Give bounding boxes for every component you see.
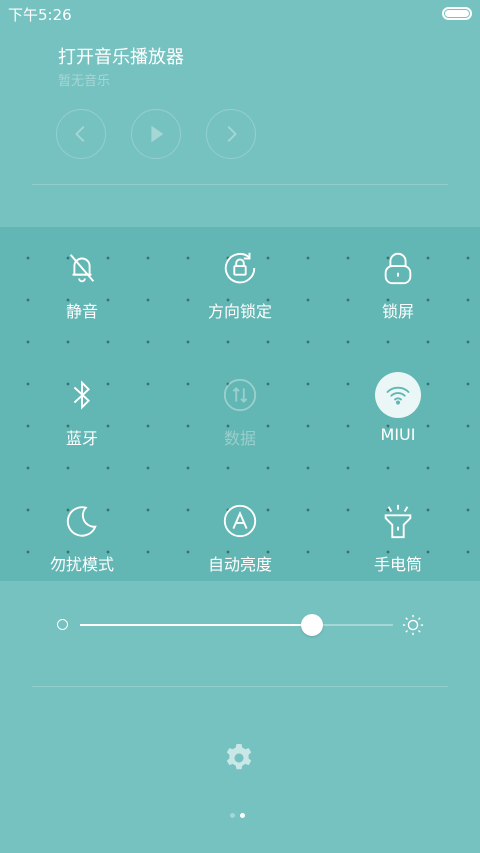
chevron-left-icon (75, 126, 85, 142)
status-bar: 下午5:26 (0, 0, 480, 28)
toggle-auto-brightness-icon-wrap (217, 498, 263, 544)
bell-off-icon (69, 254, 95, 283)
toggle-rotation-lock[interactable]: 方向锁定 (160, 235, 320, 345)
toggle-do-not-disturb-icon-wrap (59, 498, 105, 544)
toggle-flashlight-icon-wrap (375, 498, 421, 544)
previous-track-button[interactable] (56, 109, 106, 159)
toggle-mobile-data[interactable]: 数据 (160, 362, 320, 472)
auto-brightness-icon (223, 504, 257, 538)
toggle-wifi-label: MIUI (380, 425, 416, 444)
wifi-icon (386, 386, 410, 405)
page-dot (240, 813, 245, 818)
play-button[interactable] (131, 109, 181, 159)
toggle-auto-brightness-label: 自动亮度 (207, 555, 272, 574)
toggle-mute-label: 静音 (65, 302, 98, 321)
toggle-do-not-disturb-label: 勿扰模式 (49, 555, 114, 574)
toggle-do-not-disturb[interactable]: 勿扰模式 (2, 488, 162, 598)
toggle-lock-screen-icon-wrap (375, 245, 421, 291)
next-track-button[interactable] (206, 109, 256, 159)
music-player-subtitle: 暂无音乐 (58, 74, 111, 89)
brightness-high-icon (402, 614, 424, 636)
settings-gear-icon[interactable] (223, 742, 255, 774)
brightness-fill (80, 624, 312, 626)
toggle-flashlight-label: 手电筒 (373, 555, 422, 574)
toggle-wifi-icon-wrap (375, 372, 421, 418)
toggle-rotation-lock-label: 方向锁定 (207, 302, 272, 321)
toggle-lock-screen[interactable]: 锁屏 (318, 235, 478, 345)
quick-toggles-panel: 静音 方向锁定 锁屏 蓝牙 数据 MIUI 勿扰模式 自动亮度 手电筒 (0, 227, 480, 581)
music-player-title[interactable]: 打开音乐播放器 (58, 43, 184, 69)
brightness-low-icon (57, 619, 68, 630)
moon-icon (66, 506, 97, 537)
toggle-mobile-data-label: 数据 (223, 429, 256, 448)
toggle-mobile-data-icon-wrap (217, 372, 263, 418)
brightness-slider[interactable] (80, 624, 393, 626)
mobile-data-icon (223, 378, 257, 412)
toggle-bluetooth-icon-wrap (59, 372, 105, 418)
toggle-auto-brightness[interactable]: 自动亮度 (160, 488, 320, 598)
toggle-bluetooth-label: 蓝牙 (65, 429, 98, 448)
toggle-flashlight[interactable]: 手电筒 (318, 488, 478, 598)
battery-icon (442, 7, 472, 20)
toggle-wifi[interactable]: MIUI (318, 362, 478, 472)
divider (32, 184, 448, 185)
flashlight-icon (384, 504, 412, 539)
chevron-right-icon (227, 126, 237, 142)
status-time: 下午5:26 (8, 6, 72, 24)
toggle-mute[interactable]: 静音 (2, 235, 162, 345)
lock-icon (384, 252, 412, 285)
toggle-mute-icon-wrap (59, 245, 105, 291)
toggle-bluetooth[interactable]: 蓝牙 (2, 362, 162, 472)
divider (32, 686, 448, 687)
play-icon (151, 125, 164, 143)
bluetooth-icon (73, 380, 91, 410)
toggle-rotation-lock-icon-wrap (217, 245, 263, 291)
page-dot (230, 813, 235, 818)
page-indicator (230, 812, 250, 820)
rotation-lock-icon (224, 252, 256, 284)
toggle-lock-screen-label: 锁屏 (381, 302, 414, 321)
brightness-thumb[interactable] (300, 614, 323, 636)
